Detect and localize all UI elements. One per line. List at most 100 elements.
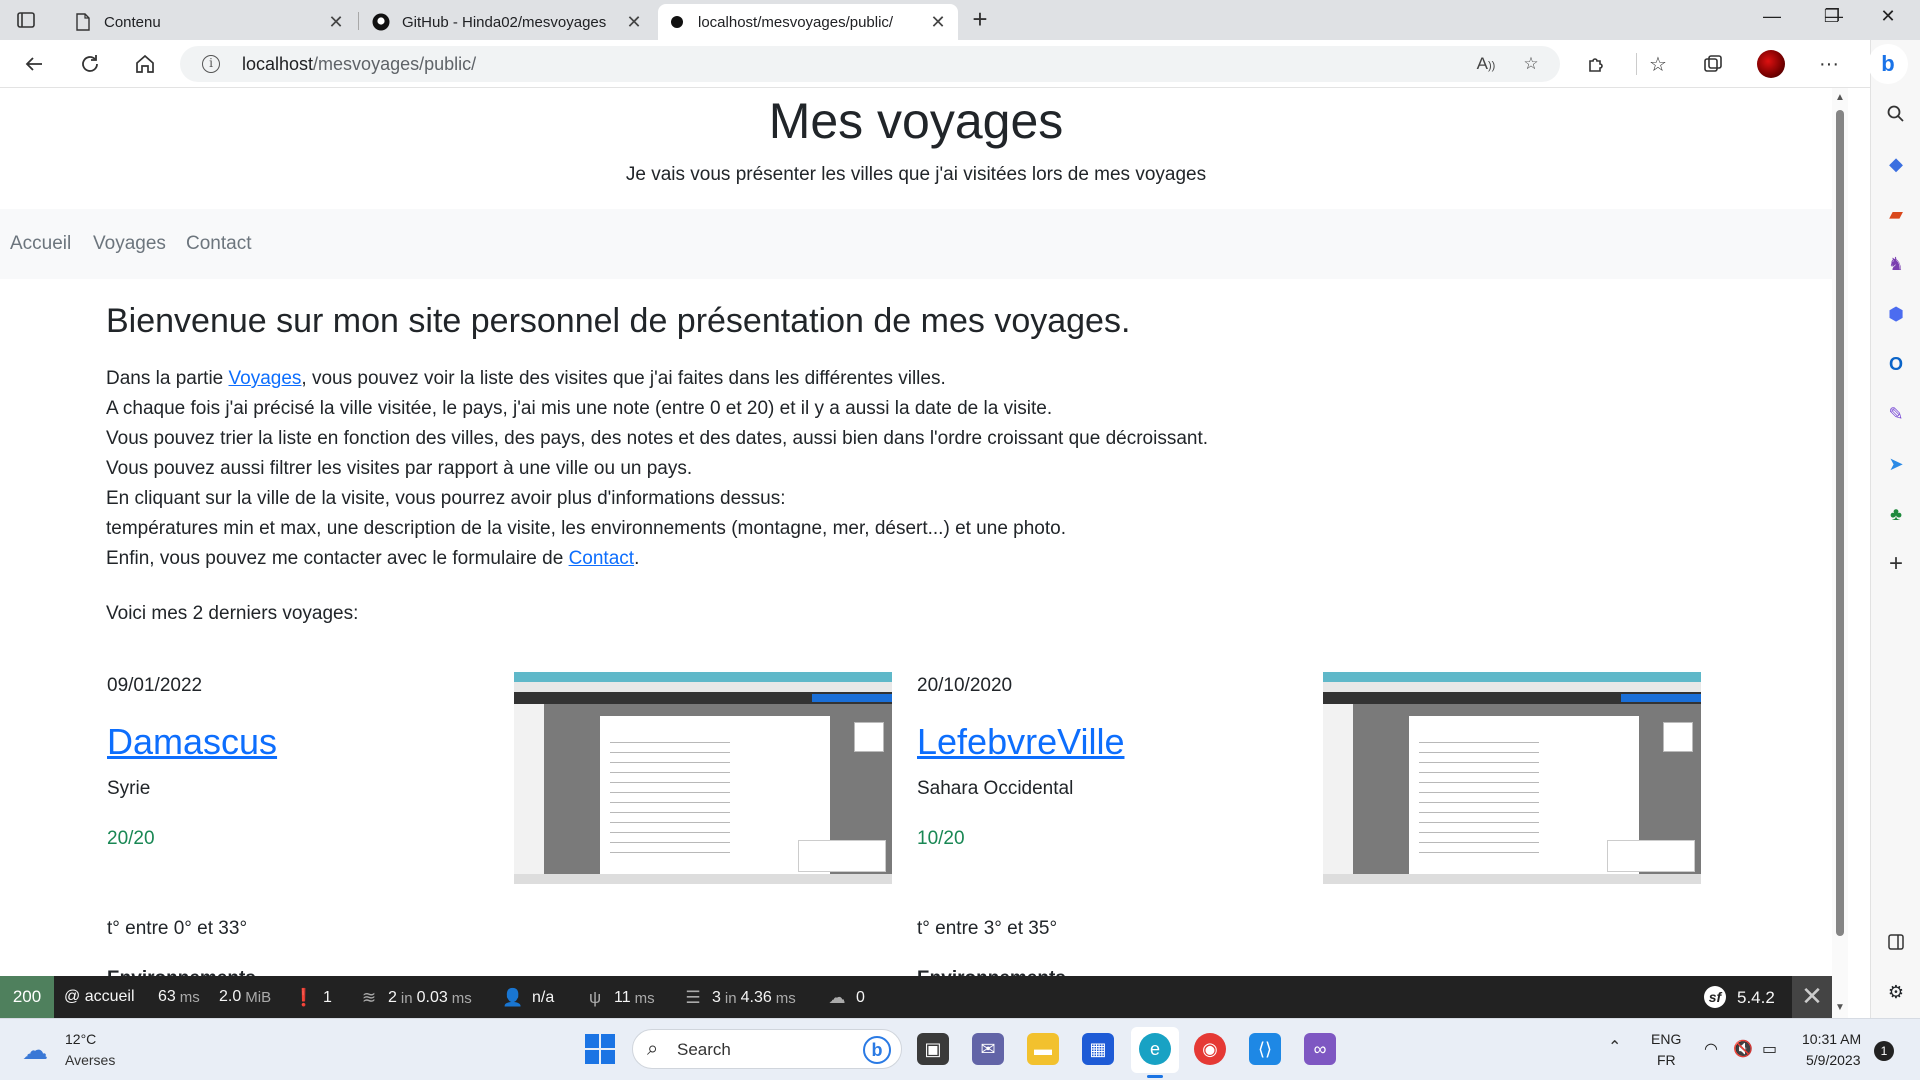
status-code-badge[interactable]: 200 xyxy=(0,976,54,1018)
file-explorer-icon[interactable]: ▬ xyxy=(1027,1033,1059,1065)
voyages-link[interactable]: Voyages xyxy=(229,368,302,389)
refresh-icon[interactable] xyxy=(76,50,104,78)
microsoft-store-icon[interactable]: ▦ xyxy=(1082,1033,1114,1065)
tab-github[interactable]: GitHub - Hinda02/mesvoyages ✕ xyxy=(362,4,654,40)
windows-start-icon[interactable] xyxy=(585,1034,615,1064)
vscode-icon[interactable]: ⟨⟩ xyxy=(1249,1033,1281,1065)
symfony-debug-toolbar: 200 @ accueil 63 ms 2.0 MiB ❗ 1 ≋ 2 in 0.03 ms … xyxy=(0,976,1832,1018)
close-window-icon[interactable]: ✕ xyxy=(1868,6,1908,34)
search-icon: ⌕ xyxy=(647,1038,659,1060)
visual-studio-icon[interactable]: ∞ xyxy=(1304,1033,1336,1065)
extensions-icon[interactable] xyxy=(1582,50,1610,78)
scroll-up-icon[interactable]: ▲ xyxy=(1835,92,1845,103)
scroll-down-icon[interactable]: ▼ xyxy=(1835,1002,1845,1013)
visit-country: Syrie xyxy=(107,778,151,799)
tab-localhost[interactable]: localhost/mesvoyages/public/ ✕ xyxy=(658,4,958,40)
add-favorite-icon[interactable]: ☆ xyxy=(1520,54,1542,76)
wifi-icon[interactable]: ◠ xyxy=(1704,1039,1718,1059)
site-info-icon[interactable]: i xyxy=(202,55,220,73)
forms-item[interactable]: ≋ 2 in 0.03 ms xyxy=(358,988,472,1008)
tree-icon[interactable]: ♣ xyxy=(1884,502,1908,526)
tab-close-icon[interactable]: ✕ xyxy=(928,12,948,33)
route-item[interactable]: @ accueil xyxy=(64,988,135,1006)
teams-chat-icon[interactable]: ✉ xyxy=(972,1033,1004,1065)
shopping-tag-icon[interactable]: ◆ xyxy=(1884,152,1908,176)
favorites-icon[interactable]: ☆ xyxy=(1644,50,1672,78)
nav-link-voyages[interactable]: Voyages xyxy=(93,233,166,255)
restore-icon[interactable]: ❐ xyxy=(1812,6,1852,34)
site-navbar: Accueil Voyages Contact xyxy=(0,209,1832,279)
toolbar-divider xyxy=(1636,53,1637,75)
page-dot-icon xyxy=(668,13,686,31)
edge-icon[interactable]: e xyxy=(1139,1033,1171,1065)
task-view-icon[interactable]: ▣ xyxy=(917,1033,949,1065)
browser-toolbar: i localhost/mesvoyages/public/ A)) ☆ ☆ ·… xyxy=(0,40,1920,88)
user-icon: 👤 xyxy=(502,988,524,1007)
tools-icon[interactable]: ▰ xyxy=(1884,202,1908,226)
tab-label: localhost/mesvoyages/public/ xyxy=(698,13,894,31)
logs-item[interactable]: ❗ 1 xyxy=(293,988,332,1008)
contact-link[interactable]: Contact xyxy=(569,548,634,569)
sidebar-toggle-icon[interactable] xyxy=(1884,930,1908,954)
time-item[interactable]: 63 ms xyxy=(158,988,200,1006)
nav-link-accueil[interactable]: Accueil xyxy=(10,233,71,255)
close-toolbar-icon[interactable]: ✕ xyxy=(1792,976,1832,1018)
profile-avatar[interactable] xyxy=(1757,50,1785,78)
symfony-version[interactable]: 5.4.2 xyxy=(1737,988,1775,1008)
bing-icon[interactable]: b xyxy=(863,1036,891,1064)
home-icon[interactable] xyxy=(131,50,159,78)
settings-gear-icon[interactable]: ⚙ xyxy=(1884,980,1908,1004)
symfony-logo-icon[interactable]: sf xyxy=(1704,986,1726,1008)
user-item[interactable]: 👤 n/a xyxy=(502,988,554,1008)
microsoft-365-icon[interactable]: ⬢ xyxy=(1884,302,1908,326)
tab-contenu[interactable]: Contenu ✕ xyxy=(64,4,356,40)
battery-icon[interactable]: ▭ xyxy=(1762,1039,1777,1059)
bing-copilot-icon[interactable]: b xyxy=(1868,44,1908,84)
drop-icon[interactable]: ➤ xyxy=(1884,452,1908,476)
site-subtitle: Je vais vous présenter les villes que j'… xyxy=(625,164,1207,185)
weather-location[interactable]: Averses xyxy=(65,1052,115,1068)
add-icon[interactable]: + xyxy=(1884,550,1908,577)
address-bar[interactable]: i localhost/mesvoyages/public/ A)) ☆ xyxy=(180,46,1560,82)
tab-actions-icon[interactable] xyxy=(14,8,38,32)
tab-close-icon[interactable]: ✕ xyxy=(624,12,644,33)
notification-badge[interactable]: 1 xyxy=(1874,1041,1894,1061)
new-tab-icon[interactable]: + xyxy=(966,6,994,34)
page-scrollbar[interactable]: ▲ ▼ xyxy=(1832,88,1848,1018)
back-icon[interactable] xyxy=(20,50,48,78)
url-text: localhost/mesvoyages/public/ xyxy=(242,54,477,74)
scroll-thumb[interactable] xyxy=(1836,110,1844,936)
chrome-icon[interactable]: ◉ xyxy=(1194,1033,1226,1065)
weather-rain-icon[interactable]: ☁ xyxy=(22,1035,56,1065)
memory-item[interactable]: 2.0 MiB xyxy=(219,988,271,1006)
database-item[interactable]: ☰ 3 in 4.36 ms xyxy=(682,988,795,1008)
weather-temperature[interactable]: 12°C xyxy=(65,1031,96,1047)
minimize-icon[interactable]: — xyxy=(1752,6,1792,34)
read-aloud-icon[interactable]: A)) xyxy=(1475,54,1497,76)
show-hidden-icons-chevron[interactable]: ⌃ xyxy=(1608,1037,1621,1057)
taskbar-search[interactable]: ⌕ Search b xyxy=(632,1029,902,1069)
language-secondary[interactable]: FR xyxy=(1657,1052,1676,1068)
volume-muted-icon[interactable]: 🔇 xyxy=(1733,1039,1753,1059)
visit-note: 20/20 xyxy=(107,828,155,849)
games-icon[interactable]: ♞ xyxy=(1884,252,1908,276)
clock-time[interactable]: 10:31 AM xyxy=(1802,1031,1861,1047)
windows-taskbar: ☁ 12°C Averses ⌕ Search b ▣ ✉ ▬ ▦ e ◉ ⟨⟩… xyxy=(0,1018,1920,1080)
visit-city-link[interactable]: Damascus xyxy=(107,721,277,763)
collections-icon[interactable] xyxy=(1699,50,1727,78)
designer-icon[interactable]: ✎ xyxy=(1884,402,1908,426)
search-icon[interactable] xyxy=(1884,102,1908,126)
visit-temperature: t° entre 3° et 35° xyxy=(917,918,1058,939)
twig-item[interactable]: ψ 11 ms xyxy=(584,988,655,1008)
cache-item[interactable]: ☁ 0 xyxy=(826,988,865,1008)
tab-separator xyxy=(358,12,359,30)
clock-date[interactable]: 5/9/2023 xyxy=(1806,1052,1861,1068)
more-options-icon[interactable]: ··· xyxy=(1815,50,1843,78)
visit-temperature: t° entre 0° et 33° xyxy=(107,918,248,939)
outlook-icon[interactable]: O xyxy=(1884,352,1908,376)
nav-link-contact[interactable]: Contact xyxy=(186,233,251,255)
language-primary[interactable]: ENG xyxy=(1651,1031,1681,1047)
visit-city-link[interactable]: LefebvreVille xyxy=(917,721,1124,763)
visit-date: 09/01/2022 xyxy=(107,675,203,696)
tab-close-icon[interactable]: ✕ xyxy=(326,12,346,33)
